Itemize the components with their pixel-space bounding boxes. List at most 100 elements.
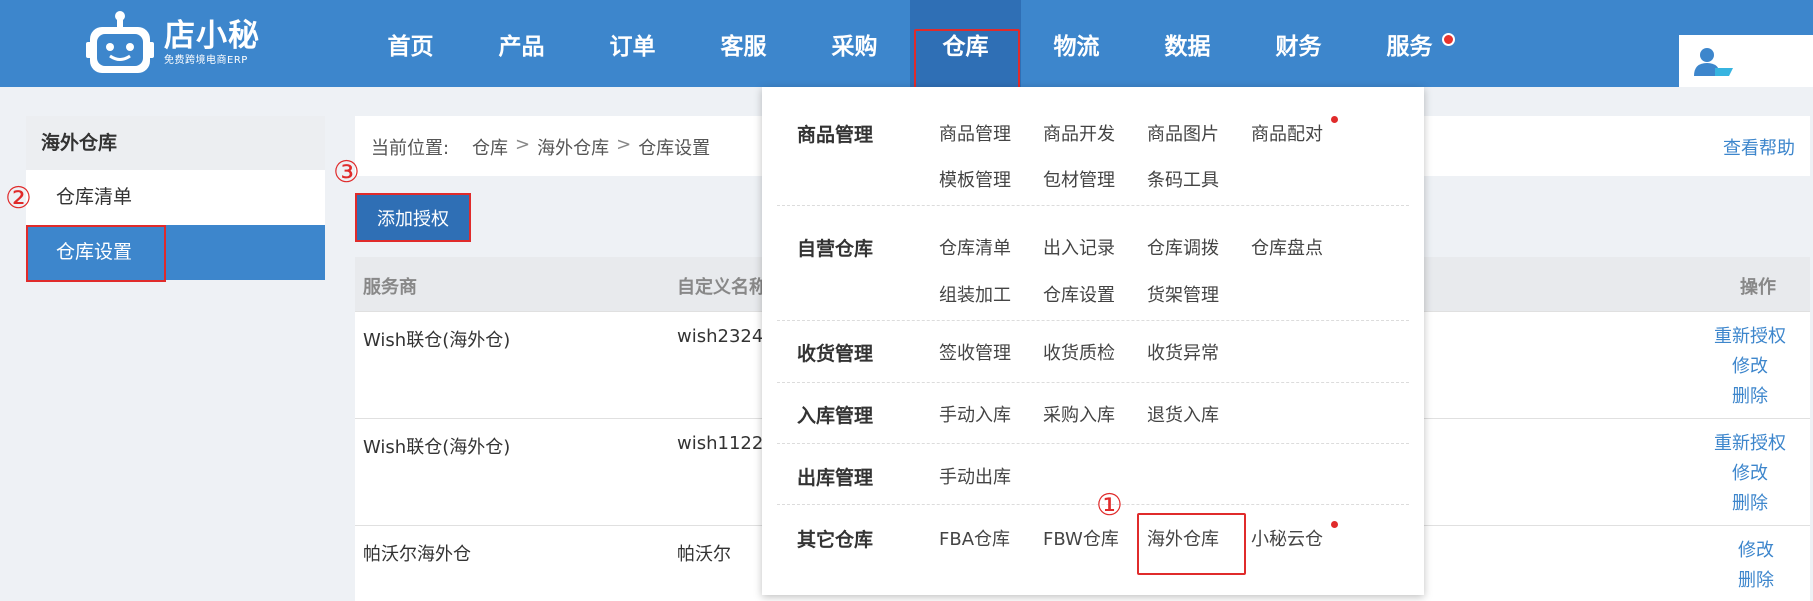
delete-link[interactable]: 删除 [1738,566,1774,596]
menu-item-label: 小秘云仓 [1251,529,1323,550]
edit-link[interactable]: 修改 [1732,352,1768,382]
menu-item-manual-inbound[interactable]: 手动入库 [939,401,1043,427]
menu-section-product-management: 商品管理 商品管理 商品开发 商品图片 商品配对 模板管理 包材管理 条码工具 [777,87,1409,206]
reauthorize-link[interactable]: 重新授权 [1714,322,1786,352]
menu-section-title: 商品管理 [797,124,874,146]
menu-item-template-management[interactable]: 模板管理 [939,166,1043,192]
delete-link[interactable]: 删除 [1732,382,1768,412]
menu-section-other-warehouses: 其它仓库 FBA仓库 FBW仓库 海外仓库 小秘云仓 [777,505,1409,585]
delete-link[interactable]: 删除 [1732,489,1768,519]
notification-dot [1442,33,1455,46]
menu-item-product-management[interactable]: 商品管理 [939,120,1043,146]
nav-item-data[interactable]: 数据 [1132,0,1243,87]
brand-text: 店小秘 免费跨境电商ERP [164,18,260,68]
cell-provider: Wish联仓(海外仓) [363,437,511,458]
nav-item-logistics[interactable]: 物流 [1021,0,1132,87]
breadcrumb-label: 当前位置: [371,138,450,159]
menu-item-fba-warehouse[interactable]: FBA仓库 [939,525,1043,551]
row-actions: 修改 删除 [1738,536,1774,596]
top-header: 店小秘 免费跨境电商ERP 首页 产品 订单 客服 采购 仓库 物流 数据 财务… [0,0,1813,91]
nav-item-finance[interactable]: 财务 [1243,0,1354,87]
menu-item-sign-receipt[interactable]: 签收管理 [939,339,1043,365]
menu-item-xiaomi-cloud-warehouse[interactable]: 小秘云仓 [1251,521,1355,551]
notification-dot [1331,116,1338,123]
nav-item-services[interactable]: 服务 [1354,0,1465,87]
menu-item-overseas-warehouse[interactable]: 海外仓库 [1137,513,1251,575]
step-3-marker: ③ [333,155,360,190]
menu-links: 仓库清单 出入记录 仓库调拨 仓库盘点 组装加工 仓库设置 货架管理 [939,234,1359,307]
column-header-custom-name: 自定义名称 [677,277,767,298]
nav-item-customer-service[interactable]: 客服 [688,0,799,87]
menu-item-product-images[interactable]: 商品图片 [1147,120,1251,146]
menu-section-inbound: 入库管理 手动入库 采购入库 退货入库 [777,383,1409,444]
step-2-marker: ② [5,181,32,216]
reauthorize-link[interactable]: 重新授权 [1714,429,1786,459]
nav-item-warehouse[interactable]: 仓库 [910,0,1021,91]
menu-item-return-inbound[interactable]: 退货入库 [1147,401,1251,427]
menu-item-packaging-management[interactable]: 包材管理 [1043,166,1147,192]
menu-item-purchase-inbound[interactable]: 采购入库 [1043,401,1147,427]
menu-item-warehouse-settings[interactable]: 仓库设置 [1043,281,1147,307]
cell-provider: 帕沃尔海外仓 [363,544,471,565]
menu-section-receiving: 收货管理 签收管理 收货质检 收货异常 [777,321,1409,383]
warehouse-dropdown-menu: 商品管理 商品管理 商品开发 商品图片 商品配对 模板管理 包材管理 条码工具 … [762,87,1424,595]
row-actions: 重新授权 修改 删除 [1714,322,1786,412]
menu-item-product-matching[interactable]: 商品配对 [1251,116,1355,146]
menu-item-fbw-warehouse[interactable]: FBW仓库 [1043,525,1147,551]
edit-link[interactable]: 修改 [1738,536,1774,566]
menu-item-barcode-tool[interactable]: 条码工具 [1147,166,1251,192]
menu-item-warehouse-list[interactable]: 仓库清单 [939,234,1043,260]
menu-item-inout-records[interactable]: 出入记录 [1043,234,1147,260]
column-header-actions: 操作 [1740,277,1776,298]
menu-item-quality-check[interactable]: 收货质检 [1043,339,1147,365]
sidebar-item-warehouse-list[interactable]: 仓库清单 [26,170,325,225]
add-authorization-button[interactable]: 添加授权 [355,193,471,242]
edit-link[interactable]: 修改 [1732,459,1768,489]
breadcrumb-item[interactable]: 海外仓库 [537,134,609,160]
menu-section-outbound: 出库管理 手动出库 [777,444,1409,505]
help-link[interactable]: 查看帮助 [1723,134,1795,160]
nav-item-products[interactable]: 产品 [466,0,577,87]
menu-links: 签收管理 收货质检 收货异常 [939,339,1359,365]
row-actions: 重新授权 修改 删除 [1714,429,1786,519]
breadcrumb-item[interactable]: 仓库 [472,134,508,160]
nav-item-orders[interactable]: 订单 [577,0,688,87]
brand-tagline: 免费跨境电商ERP [164,55,248,66]
nav-item-services-label: 服务 [1386,33,1433,60]
menu-item-receiving-exceptions[interactable]: 收货异常 [1147,339,1251,365]
cell-provider: Wish联仓(海外仓) [363,330,511,351]
nav-item-home[interactable]: 首页 [355,0,466,87]
notification-dot [1331,521,1338,528]
main-nav: 首页 产品 订单 客服 采购 仓库 物流 数据 财务 服务 [355,0,1465,91]
sidebar-heading: 海外仓库 [26,116,325,170]
cell-custom-name: 帕沃尔 [677,544,731,565]
breadcrumb-item-current: 仓库设置 [638,138,711,159]
column-header-provider: 服务商 [363,277,417,298]
left-sidebar: 海外仓库 仓库清单 仓库设置 [26,116,325,282]
menu-links: 手动出库 [939,463,1359,489]
user-menu[interactable] [1679,35,1813,87]
breadcrumb-path: 仓库 > 海外仓库 > 仓库设置 [472,134,710,160]
menu-item-shelf-management[interactable]: 货架管理 [1147,281,1251,307]
menu-section-title: 入库管理 [797,405,874,427]
menu-item-manual-outbound[interactable]: 手动出库 [939,463,1043,489]
cell-custom-name: wish1122 [677,433,764,454]
menu-item-label: 商品配对 [1251,124,1323,145]
menu-item-stocktake[interactable]: 仓库盘点 [1251,234,1355,260]
sidebar-item-warehouse-settings[interactable]: 仓库设置 [26,225,325,282]
user-card-icon [1693,46,1735,82]
menu-item-assembly[interactable]: 组装加工 [939,281,1043,307]
menu-section-title: 其它仓库 [797,529,874,551]
brand-logo[interactable]: 店小秘 免费跨境电商ERP [86,10,260,76]
menu-item-product-development[interactable]: 商品开发 [1043,120,1147,146]
menu-links: FBA仓库 FBW仓库 海外仓库 小秘云仓 [939,513,1359,575]
breadcrumb-separator: > [515,134,531,155]
menu-section-title: 自营仓库 [797,238,874,260]
breadcrumb-separator: > [616,134,632,155]
menu-item-warehouse-transfer[interactable]: 仓库调拨 [1147,234,1251,260]
menu-links: 手动入库 采购入库 退货入库 [939,401,1359,427]
robot-logo-icon [86,10,154,76]
brand-name: 店小秘 [164,18,260,54]
nav-item-purchasing[interactable]: 采购 [799,0,910,87]
step-1-marker: ① [1096,488,1123,523]
